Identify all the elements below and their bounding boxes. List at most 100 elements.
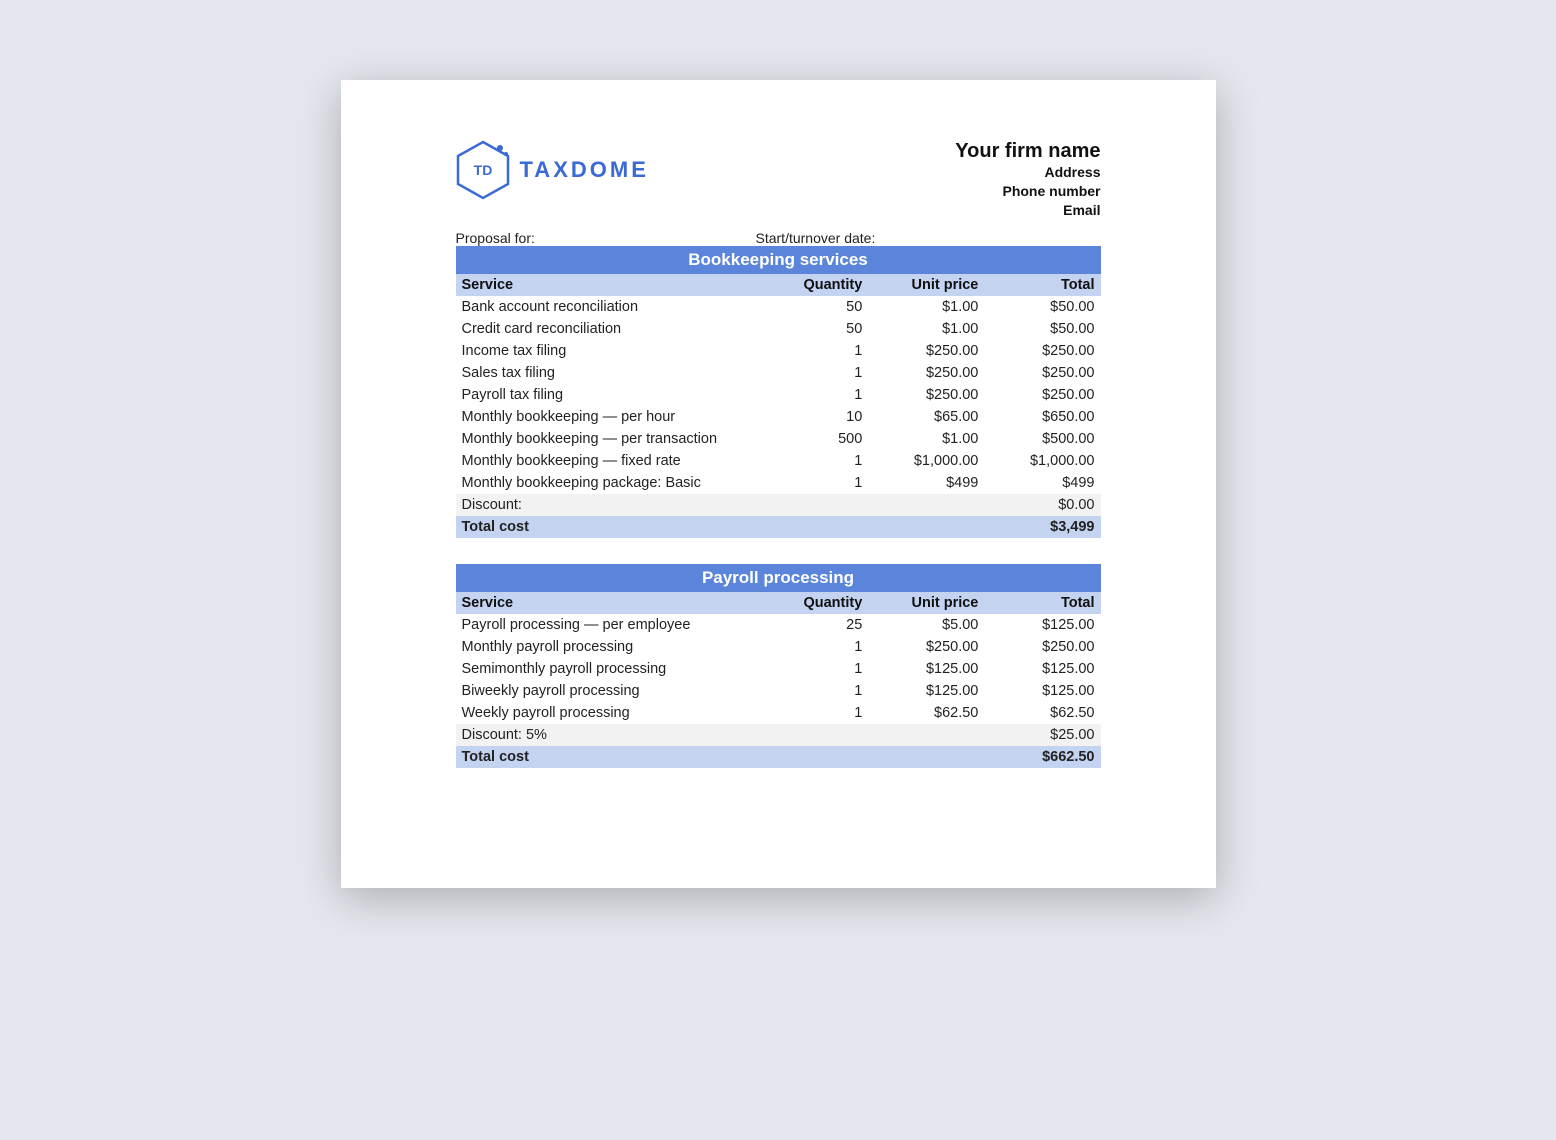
cell-unit_price: $1.00	[868, 428, 984, 450]
table-row: Sales tax filing1$250.00$250.00	[456, 362, 1101, 384]
firm-info: Your firm name Address Phone number Emai…	[955, 140, 1100, 220]
firm-name: Your firm name	[955, 140, 1100, 163]
cell-quantity: 1	[752, 658, 868, 680]
cell-quantity: 500	[752, 428, 868, 450]
cell-quantity: 1	[752, 702, 868, 724]
column-header-total: Total	[984, 274, 1100, 296]
cell-total: $50.00	[984, 296, 1100, 318]
cell-service: Semimonthly payroll processing	[456, 658, 753, 680]
sections-container: Bookkeeping servicesServiceQuantityUnit …	[456, 246, 1101, 768]
proposal-for-label: Proposal for:	[456, 230, 756, 246]
discount-row: Discount:$0.00	[456, 494, 1101, 516]
firm-email: Email	[955, 201, 1100, 220]
section-title: Payroll processing	[456, 564, 1101, 592]
service-table: ServiceQuantityUnit priceTotalPayroll pr…	[456, 592, 1101, 768]
firm-address: Address	[955, 163, 1100, 182]
cell-quantity: 1	[752, 450, 868, 472]
table-row: Payroll processing — per employee25$5.00…	[456, 614, 1101, 636]
cell-quantity: 1	[752, 340, 868, 362]
cell-quantity: 50	[752, 296, 868, 318]
cell-unit_price: $125.00	[868, 658, 984, 680]
cell-quantity: 10	[752, 406, 868, 428]
firm-phone: Phone number	[955, 182, 1100, 201]
logo-badge-text: TD	[473, 162, 492, 178]
cell-unit_price: $250.00	[868, 384, 984, 406]
table-row: Monthly bookkeeping — per hour10$65.00$6…	[456, 406, 1101, 428]
cell-total: $650.00	[984, 406, 1100, 428]
total-amount: $3,499	[984, 516, 1100, 538]
start-date-label: Start/turnover date:	[756, 230, 876, 246]
total-amount: $662.50	[984, 746, 1100, 768]
table-row: Semimonthly payroll processing1$125.00$1…	[456, 658, 1101, 680]
logo: TD TAXDOME	[456, 140, 649, 200]
cell-unit_price: $1.00	[868, 296, 984, 318]
cell-service: Bank account reconciliation	[456, 296, 753, 318]
cell-unit_price: $1,000.00	[868, 450, 984, 472]
total-label: Total cost	[456, 516, 985, 538]
cell-quantity: 1	[752, 472, 868, 494]
logo-brand-text: TAXDOME	[520, 157, 649, 183]
cell-service: Payroll processing — per employee	[456, 614, 753, 636]
cell-service: Sales tax filing	[456, 362, 753, 384]
table-header-row: ServiceQuantityUnit priceTotal	[456, 592, 1101, 614]
cell-unit_price: $62.50	[868, 702, 984, 724]
cell-total: $50.00	[984, 318, 1100, 340]
cell-total: $500.00	[984, 428, 1100, 450]
total-row: Total cost$662.50	[456, 746, 1101, 768]
table-row: Biweekly payroll processing1$125.00$125.…	[456, 680, 1101, 702]
cell-total: $125.00	[984, 658, 1100, 680]
cell-service: Monthly bookkeeping — per hour	[456, 406, 753, 428]
cell-quantity: 1	[752, 680, 868, 702]
proposal-page: TD TAXDOME Your firm name Address Phone …	[341, 80, 1216, 888]
table-row: Payroll tax filing1$250.00$250.00	[456, 384, 1101, 406]
cell-service: Monthly payroll processing	[456, 636, 753, 658]
cell-total: $125.00	[984, 614, 1100, 636]
discount-amount: $25.00	[984, 724, 1100, 746]
cell-service: Biweekly payroll processing	[456, 680, 753, 702]
cell-total: $62.50	[984, 702, 1100, 724]
cell-unit_price: $5.00	[868, 614, 984, 636]
cell-service: Monthly bookkeeping — fixed rate	[456, 450, 753, 472]
cell-unit_price: $499	[868, 472, 984, 494]
cell-total: $250.00	[984, 362, 1100, 384]
cell-quantity: 50	[752, 318, 868, 340]
column-header-unit_price: Unit price	[868, 592, 984, 614]
cell-quantity: 1	[752, 384, 868, 406]
discount-row: Discount: 5%$25.00	[456, 724, 1101, 746]
column-header-total: Total	[984, 592, 1100, 614]
discount-label: Discount: 5%	[456, 724, 985, 746]
table-row: Income tax filing1$250.00$250.00	[456, 340, 1101, 362]
table-row: Weekly payroll processing1$62.50$62.50	[456, 702, 1101, 724]
cell-unit_price: $125.00	[868, 680, 984, 702]
cell-unit_price: $65.00	[868, 406, 984, 428]
table-row: Monthly payroll processing1$250.00$250.0…	[456, 636, 1101, 658]
cell-service: Payroll tax filing	[456, 384, 753, 406]
table-row: Credit card reconciliation50$1.00$50.00	[456, 318, 1101, 340]
cell-service: Weekly payroll processing	[456, 702, 753, 724]
cell-total: $250.00	[984, 340, 1100, 362]
table-header-row: ServiceQuantityUnit priceTotal	[456, 274, 1101, 296]
cell-unit_price: $1.00	[868, 318, 984, 340]
column-header-service: Service	[456, 274, 753, 296]
column-header-quantity: Quantity	[752, 592, 868, 614]
cell-service: Credit card reconciliation	[456, 318, 753, 340]
discount-amount: $0.00	[984, 494, 1100, 516]
cell-quantity: 1	[752, 362, 868, 384]
table-row: Monthly bookkeeping — fixed rate1$1,000.…	[456, 450, 1101, 472]
cell-unit_price: $250.00	[868, 636, 984, 658]
hexagon-logo-icon: TD	[456, 140, 510, 200]
service-table: ServiceQuantityUnit priceTotalBank accou…	[456, 274, 1101, 538]
cell-unit_price: $250.00	[868, 340, 984, 362]
section: Bookkeeping servicesServiceQuantityUnit …	[456, 246, 1101, 538]
table-row: Bank account reconciliation50$1.00$50.00	[456, 296, 1101, 318]
total-row: Total cost$3,499	[456, 516, 1101, 538]
column-header-quantity: Quantity	[752, 274, 868, 296]
discount-label: Discount:	[456, 494, 985, 516]
column-header-service: Service	[456, 592, 753, 614]
cell-total: $499	[984, 472, 1100, 494]
cell-total: $250.00	[984, 636, 1100, 658]
cell-unit_price: $250.00	[868, 362, 984, 384]
section: Payroll processingServiceQuantityUnit pr…	[456, 564, 1101, 768]
cell-service: Monthly bookkeeping package: Basic	[456, 472, 753, 494]
section-title: Bookkeeping services	[456, 246, 1101, 274]
